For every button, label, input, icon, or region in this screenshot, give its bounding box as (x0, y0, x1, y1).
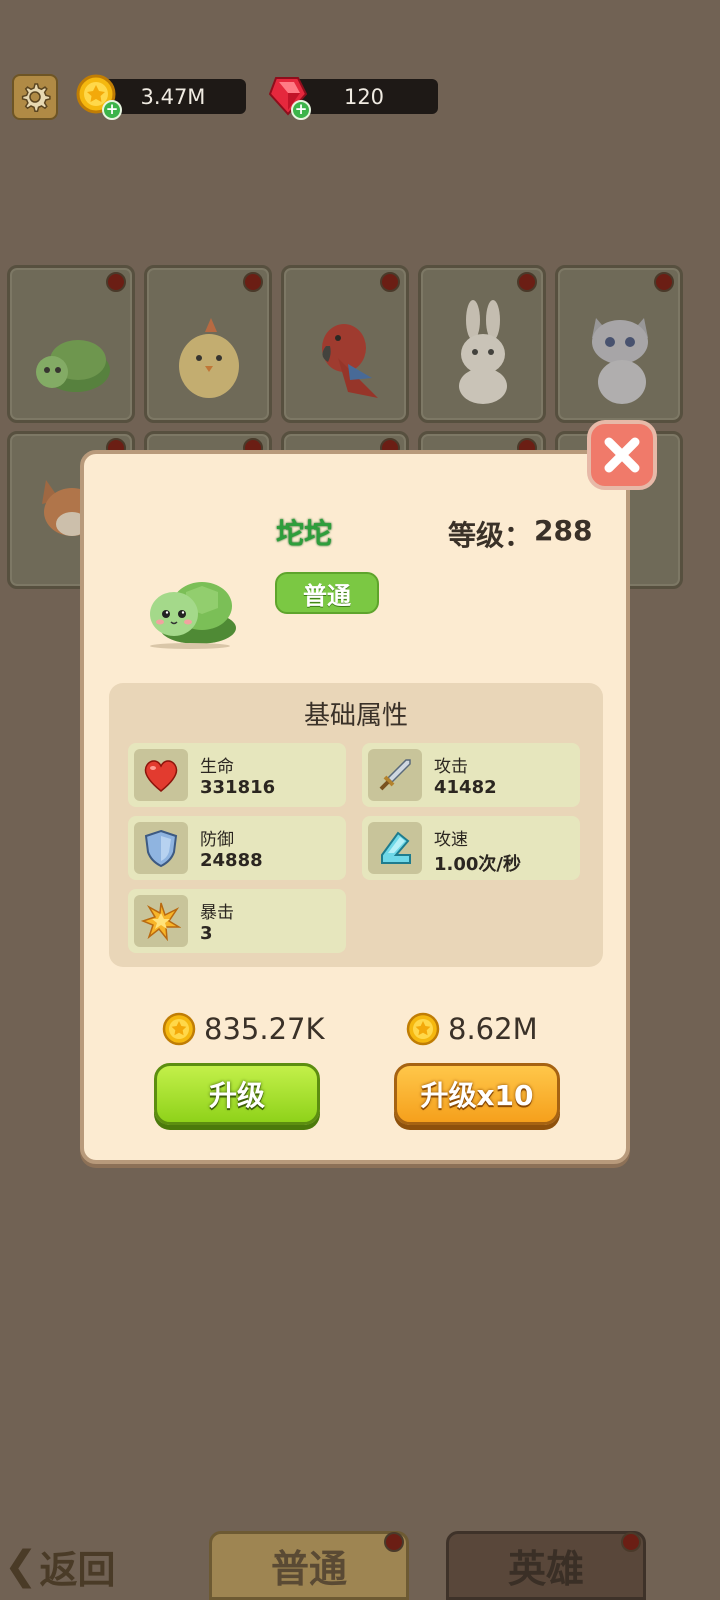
stat-hp: 生命 331816 (128, 743, 346, 807)
gold-coin-icon (162, 1012, 196, 1046)
tab-hero[interactable]: 英雄 (446, 1531, 646, 1600)
tab-normal-label: 普通 (270, 1547, 347, 1591)
level-value: 288 (534, 514, 593, 547)
upgrade-button[interactable]: 升级 (154, 1063, 320, 1125)
tab-normal[interactable]: 普通 (209, 1531, 409, 1600)
add-gold-button[interactable]: + (102, 100, 122, 120)
gold-coin-icon (406, 1012, 440, 1046)
stat-label: 防御 (200, 830, 234, 850)
upgrade-button-label: 升级 (208, 1079, 265, 1112)
hero-name: 坨坨 (276, 517, 333, 550)
upgrade-cost-value: 835.27K (204, 1012, 325, 1046)
upgrade-x10-button[interactable]: 升级x10 (394, 1063, 560, 1125)
close-icon (604, 437, 640, 473)
hero-level: 等级： 288 (448, 514, 592, 554)
level-label: 等级： (448, 519, 533, 552)
stat-label: 攻速 (434, 830, 468, 850)
cat-icon (592, 318, 648, 404)
stat-value: 41482 (434, 777, 497, 798)
sword-icon (379, 759, 411, 791)
stat-attack: 攻击 41482 (362, 743, 580, 807)
parrot-icon (322, 324, 378, 398)
back-label: 返回 (39, 1547, 116, 1592)
gem-amount: 120 (343, 84, 385, 109)
upgrade-cost: 835.27K (162, 1012, 325, 1046)
notification-dot (243, 272, 263, 292)
upgrade10-cost-value: 8.62M (448, 1012, 538, 1046)
pet-card-chick[interactable] (144, 265, 272, 423)
upgrade-x10-button-label: 升级x10 (420, 1079, 534, 1112)
boot-icon (381, 831, 411, 864)
burst-icon (141, 902, 181, 941)
notification-dot (384, 1532, 404, 1552)
turtle-icon (36, 340, 110, 392)
pet-card-cat[interactable] (555, 265, 683, 423)
stat-defense: 防御 24888 (128, 816, 346, 880)
chick-icon (179, 318, 239, 398)
add-gem-button[interactable]: + (291, 100, 311, 120)
stats-title: 基础属性 (303, 701, 408, 731)
heart-icon (144, 760, 178, 792)
notification-dot (106, 272, 126, 292)
gem-counter: 120 (290, 79, 438, 114)
stat-label: 攻击 (434, 757, 468, 777)
notification-dot (517, 272, 537, 292)
settings-button[interactable] (12, 74, 58, 120)
upgrade10-cost: 8.62M (406, 1012, 538, 1046)
stat-label: 生命 (200, 757, 234, 777)
shield-icon (144, 829, 178, 868)
back-button[interactable]: ❮ 返回 (4, 1538, 116, 1594)
pet-card-rabbit[interactable] (418, 265, 546, 423)
rarity-badge: 普通 (275, 572, 379, 614)
close-button[interactable] (587, 420, 657, 490)
stat-label: 暴击 (200, 903, 234, 923)
stat-attack-speed: 攻速 1.00次/秒 (362, 816, 580, 880)
gold-amount: 3.47M (140, 84, 206, 109)
pet-card-parrot[interactable] (281, 265, 409, 423)
turtle-portrait-icon (150, 582, 236, 649)
stat-value: 331816 (200, 777, 276, 798)
stat-value: 3 (200, 923, 213, 944)
notification-dot (621, 1532, 641, 1552)
notification-dot (654, 272, 674, 292)
stat-value: 1.00次/秒 (434, 854, 521, 875)
gear-icon (21, 83, 51, 113)
chevron-left-icon: ❮ (4, 1543, 38, 1589)
stat-crit: 暴击 3 (128, 889, 346, 953)
tab-hero-label: 英雄 (507, 1547, 584, 1591)
notification-dot (380, 272, 400, 292)
pet-card-turtle[interactable] (7, 265, 135, 423)
stat-value: 24888 (200, 850, 263, 871)
base-stats-panel: 基础属性 生命 331816 攻击 41482 防御 24888 攻速 1.00… (109, 683, 603, 967)
rabbit-icon (459, 300, 507, 404)
